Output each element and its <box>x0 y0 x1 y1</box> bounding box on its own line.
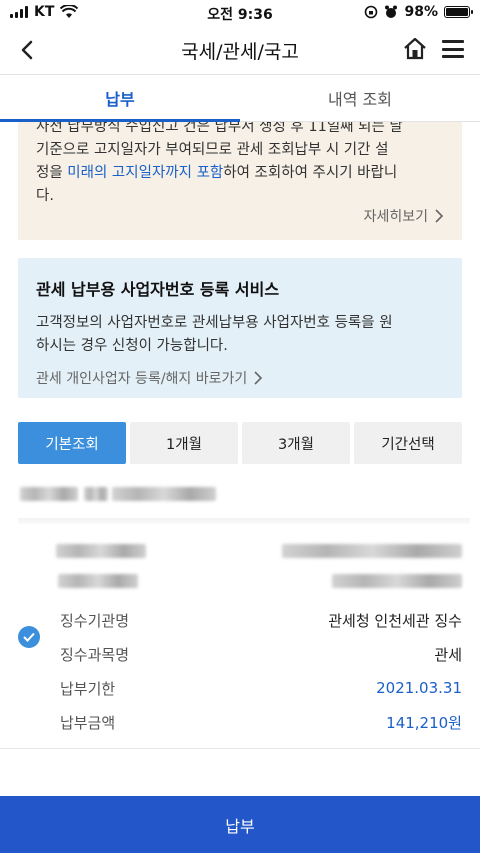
notice-line-4: 다. <box>36 188 54 204</box>
battery-percent: 98% <box>404 4 438 20</box>
notice-box: 사전 납부방식 수입신고 건은 납부서 생성 후 11일째 되는 날 기준으로 … <box>18 122 462 240</box>
selected-check-icon[interactable] <box>18 626 40 648</box>
notice-line-2: 기준으로 고지일자가 부여되므로 관세 조회납부 시 기간 설 <box>36 142 389 158</box>
info-text: 고객정보의 사업자번호로 관세납부용 사업자번호 등록을 원 하시는 경우 신청… <box>36 312 444 358</box>
row-label: 납부금액 <box>60 713 116 732</box>
notice-text: 사전 납부방식 수입신고 건은 납부서 생성 후 11일째 되는 날 기준으로 … <box>36 122 444 208</box>
period-1month-button[interactable]: 1개월 <box>130 422 238 464</box>
result-row: 납부기한 2021.03.31 <box>60 676 462 700</box>
period-3month-button[interactable]: 3개월 <box>242 422 350 464</box>
orientation-lock-icon <box>365 5 378 19</box>
notice-line-3-pre: 정을 <box>36 165 68 181</box>
chevron-right-icon <box>254 371 263 385</box>
pay-button[interactable]: 납부 <box>0 796 480 853</box>
menu-icon[interactable] <box>442 38 464 60</box>
result-row: 징수기관명 관세청 인천세관 징수 <box>60 608 462 632</box>
register-shortcut-label: 관세 개인사업자 등록/해지 바로가기 <box>36 371 248 387</box>
app-header: 국세/관세/국고 <box>0 26 480 74</box>
more-details-label: 자세히보기 <box>363 209 428 225</box>
notice-line-3-post: 하여 조회하여 주시기 바랍니 <box>223 165 398 181</box>
status-right: 98% <box>364 4 473 20</box>
period-custom-button[interactable]: 기간선택 <box>354 422 462 464</box>
row-label: 징수과목명 <box>60 645 130 664</box>
row-value: 관세청 인천세관 징수 <box>328 611 462 630</box>
due-date-value: 2021.03.31 <box>376 679 462 697</box>
notice-line-1: 사전 납부방식 수입신고 건은 납부서 생성 후 11일째 되는 날 <box>36 122 403 135</box>
info-text-line-1: 고객정보의 사업자번호로 관세납부용 사업자번호 등록을 원 <box>36 315 393 331</box>
info-box: 관세 납부용 사업자번호 등록 서비스 고객정보의 사업자번호로 관세납부용 사… <box>18 258 462 398</box>
info-title: 관세 납부용 사업자번호 등록 서비스 <box>36 280 280 299</box>
more-details-link[interactable]: 자세히보기 <box>364 206 444 226</box>
info-text-line-2: 하시는 경우 신청이 가능합니다. <box>36 338 228 354</box>
home-icon[interactable] <box>402 36 428 62</box>
result-row: 징수과목명 관세 <box>60 642 462 666</box>
tab-bar: 납부 내역 조회 <box>0 74 480 122</box>
account-summary-redacted <box>18 484 228 504</box>
page-title: 국세/관세/국고 <box>181 40 299 63</box>
notice-line-3: 정을 미래의 고지일자까지 포함하여 조회하여 주시기 바랍니 <box>36 162 444 185</box>
result-card[interactable]: 징수기관명 관세청 인천세관 징수 징수과목명 관세 납부기한 2021.03.… <box>0 524 480 748</box>
tab-payment[interactable]: 납부 <box>0 75 240 122</box>
period-selector: 기본조회 1개월 3개월 기간선택 <box>18 422 462 464</box>
register-shortcut-link[interactable]: 관세 개인사업자 등록/해지 바로가기 <box>36 368 444 388</box>
period-basic-button[interactable]: 기본조회 <box>18 422 126 464</box>
tab-history[interactable]: 내역 조회 <box>240 75 480 121</box>
battery-icon <box>444 6 473 18</box>
card-bottom-divider <box>0 748 480 749</box>
row-label: 징수기관명 <box>60 611 130 630</box>
row-label: 납부기한 <box>60 679 116 698</box>
alarm-icon <box>385 5 398 18</box>
chevron-right-icon <box>435 209 444 223</box>
status-bar: KT 오전 9:36 98% <box>0 0 480 26</box>
result-row: 납부금액 141,210원 <box>60 710 462 734</box>
amount-value: 141,210원 <box>386 713 462 732</box>
row-value: 관세 <box>434 645 462 664</box>
back-arrow-icon[interactable] <box>14 36 42 64</box>
notice-highlight: 미래의 고지일자까지 포함 <box>67 165 224 181</box>
